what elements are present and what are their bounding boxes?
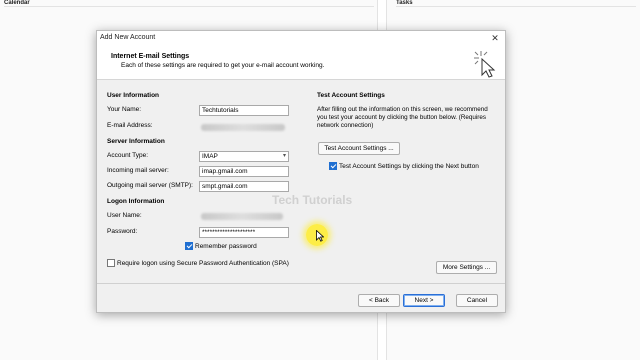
remember-password-checkbox[interactable] (185, 242, 193, 250)
outgoing-server-field[interactable]: smpt.gmail.com (199, 181, 289, 192)
more-settings-button[interactable]: More Settings ... (436, 261, 497, 274)
password-label: Password: (107, 228, 138, 235)
email-label: E-mail Address: (107, 122, 153, 129)
username-label: User Name: (107, 212, 142, 219)
username-value-blurred (201, 213, 283, 220)
spa-checkbox[interactable] (107, 259, 115, 267)
incoming-server-field[interactable]: imap.gmail.com (199, 166, 289, 177)
watermark: Tech Tutorials (272, 193, 353, 207)
outgoing-server-label: Outgoing mail server (SMTP): (107, 182, 193, 189)
your-name-field[interactable]: Techtutorials (199, 105, 289, 116)
close-icon[interactable]: ✕ (489, 32, 501, 44)
mouse-pointer-icon (316, 230, 324, 242)
dialog-divider (97, 283, 505, 284)
dialog-title: Add New Account (100, 34, 156, 41)
dialog-titlebar: Add New Account ✕ (97, 31, 505, 46)
add-account-dialog: Add New Account ✕ Internet E-mail Settin… (96, 30, 506, 313)
dialog-header: Internet E-mail Settings Each of these s… (97, 46, 505, 80)
cancel-button[interactable]: Cancel (456, 294, 498, 307)
auto-test-label: Test Account Settings by clicking the Ne… (339, 163, 479, 170)
password-field[interactable]: ********************* (199, 227, 289, 238)
tasks-header: Tasks (396, 0, 636, 7)
calendar-header: Calendar (4, 0, 374, 7)
next-button[interactable]: Next > (403, 294, 445, 307)
header-subtitle: Each of these settings are required to g… (121, 62, 325, 69)
test-account-settings-button[interactable]: Test Account Settings ... (318, 142, 400, 155)
email-value-blurred (201, 124, 285, 131)
account-type-value: IMAP (202, 153, 218, 160)
back-button[interactable]: < Back (358, 294, 400, 307)
account-type-select[interactable]: IMAP ▾ (199, 151, 289, 162)
test-description: After filling out the information on thi… (317, 106, 488, 129)
chevron-down-icon: ▾ (282, 153, 286, 159)
user-info-section: User Information (107, 92, 160, 99)
incoming-server-label: Incoming mail server: (107, 167, 169, 174)
your-name-label: Your Name: (107, 106, 142, 113)
remember-password-label: Remember password (195, 243, 257, 250)
logon-info-section: Logon Information (107, 198, 165, 205)
spa-label: Require logon using Secure Password Auth… (117, 260, 289, 267)
cursor-click-icon (474, 51, 496, 78)
header-title: Internet E-mail Settings (111, 53, 190, 60)
server-info-section: Server Information (107, 138, 165, 145)
account-type-label: Account Type: (107, 152, 149, 159)
auto-test-checkbox[interactable] (329, 162, 337, 170)
test-settings-section: Test Account Settings (317, 92, 385, 99)
